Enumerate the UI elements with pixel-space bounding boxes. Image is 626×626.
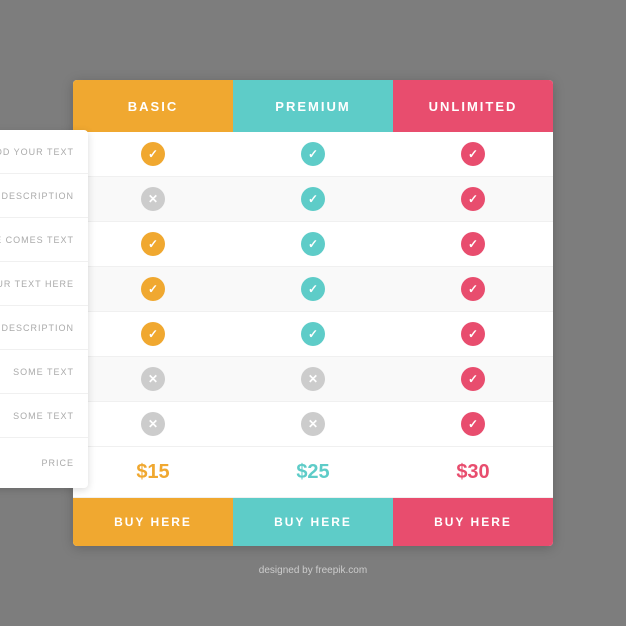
- row-label-2: YOUR DESCRIPTION: [0, 174, 88, 218]
- buy-unlimited-button[interactable]: BUY HERE: [393, 498, 553, 546]
- cell-6-unlimited: ✓: [393, 357, 553, 401]
- x-icon: ✕: [141, 187, 165, 211]
- data-row-6: ✕ ✕ ✓: [73, 357, 553, 402]
- data-row-7: ✕ ✕ ✓: [73, 402, 553, 447]
- check-icon: ✓: [461, 412, 485, 436]
- cell-1-premium: ✓: [233, 132, 393, 176]
- x-icon: ✕: [301, 412, 325, 436]
- cell-1-unlimited: ✓: [393, 132, 553, 176]
- check-icon: ✓: [141, 277, 165, 301]
- check-icon: ✓: [461, 142, 485, 166]
- data-row-3: ✓ ✓ ✓: [73, 222, 553, 267]
- row-label-4: YOUR TEXT HERE: [0, 262, 88, 306]
- data-row-5: ✓ ✓ ✓: [73, 312, 553, 357]
- cell-2-unlimited: ✓: [393, 177, 553, 221]
- check-icon: ✓: [141, 232, 165, 256]
- cell-2-basic: ✕: [73, 177, 233, 221]
- header-row: BASIC PREMIUM UNLIMITED: [73, 80, 553, 132]
- check-icon: ✓: [461, 277, 485, 301]
- basic-header: BASIC: [73, 80, 233, 132]
- cell-3-premium: ✓: [233, 222, 393, 266]
- premium-price: $25: [233, 447, 393, 497]
- check-icon: ✓: [301, 277, 325, 301]
- freepik-credit: designed by freepik.com: [259, 565, 367, 576]
- check-icon: ✓: [461, 232, 485, 256]
- row-label-6: SOME TEXT: [0, 350, 88, 394]
- buy-premium-button[interactable]: BUY HERE: [233, 498, 393, 546]
- cell-5-unlimited: ✓: [393, 312, 553, 356]
- basic-price: $15: [73, 447, 233, 497]
- row-label-7: SOME TEXT: [0, 394, 88, 438]
- cell-3-unlimited: ✓: [393, 222, 553, 266]
- cell-3-basic: ✓: [73, 222, 233, 266]
- row-label-5: YOUR DESCRIPTION: [0, 306, 88, 350]
- check-icon: ✓: [461, 187, 485, 211]
- cell-6-basic: ✕: [73, 357, 233, 401]
- pricing-table: BASIC PREMIUM UNLIMITED ✓ ✓ ✓ ✕: [73, 80, 553, 546]
- cell-1-basic: ✓: [73, 132, 233, 176]
- check-icon: ✓: [461, 367, 485, 391]
- data-row-2: ✕ ✓ ✓: [73, 177, 553, 222]
- x-icon: ✕: [141, 412, 165, 436]
- check-icon: ✓: [141, 142, 165, 166]
- check-icon: ✓: [461, 322, 485, 346]
- row-label-3: HERE COMES TEXT: [0, 218, 88, 262]
- cell-6-premium: ✕: [233, 357, 393, 401]
- unlimited-price: $30: [393, 447, 553, 497]
- unlimited-header: UNLIMITED: [393, 80, 553, 132]
- check-icon: ✓: [301, 187, 325, 211]
- data-row-4: ✓ ✓ ✓: [73, 267, 553, 312]
- footer-row: BUY HERE BUY HERE BUY HERE: [73, 498, 553, 546]
- cell-4-unlimited: ✓: [393, 267, 553, 311]
- row-label-1: ADD YOUR TEXT: [0, 130, 88, 174]
- price-row: $15 $25 $30: [73, 447, 553, 498]
- buy-basic-button[interactable]: BUY HERE: [73, 498, 233, 546]
- cell-4-basic: ✓: [73, 267, 233, 311]
- premium-header: PREMIUM: [233, 80, 393, 132]
- pricing-wrapper: ADD YOUR TEXT YOUR DESCRIPTION HERE COME…: [73, 80, 553, 546]
- cell-5-premium: ✓: [233, 312, 393, 356]
- check-icon: ✓: [301, 322, 325, 346]
- data-row-1: ✓ ✓ ✓: [73, 132, 553, 177]
- x-icon: ✕: [301, 367, 325, 391]
- label-panel: ADD YOUR TEXT YOUR DESCRIPTION HERE COME…: [0, 130, 88, 488]
- cell-7-unlimited: ✓: [393, 402, 553, 446]
- price-label: PRICE: [0, 438, 88, 488]
- check-icon: ✓: [301, 232, 325, 256]
- check-icon: ✓: [141, 322, 165, 346]
- x-icon: ✕: [141, 367, 165, 391]
- cell-4-premium: ✓: [233, 267, 393, 311]
- cell-7-premium: ✕: [233, 402, 393, 446]
- cell-7-basic: ✕: [73, 402, 233, 446]
- check-icon: ✓: [301, 142, 325, 166]
- cell-2-premium: ✓: [233, 177, 393, 221]
- cell-5-basic: ✓: [73, 312, 233, 356]
